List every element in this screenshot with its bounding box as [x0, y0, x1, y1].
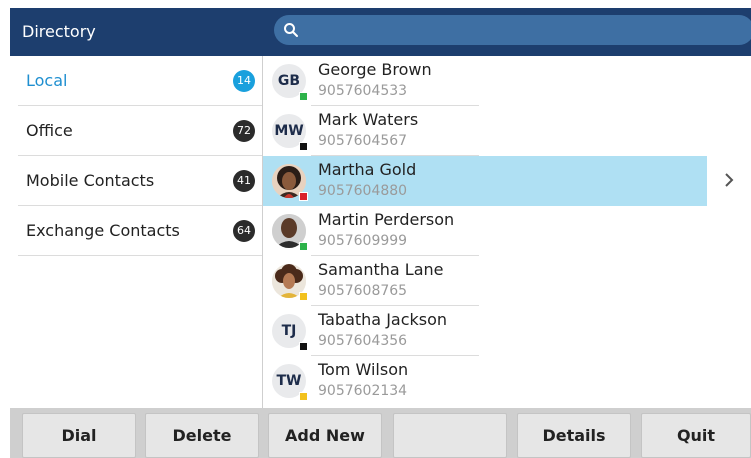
sidebar-item-local[interactable]: Local 14 [18, 56, 262, 106]
count-badge: 14 [233, 70, 255, 92]
presence-indicator [299, 92, 308, 101]
contact-row[interactable]: Martin Perderson 9057609999 [263, 206, 479, 256]
quit-button[interactable]: Quit [641, 413, 751, 458]
presence-indicator [299, 392, 308, 401]
contact-number: 9057604533 [318, 83, 408, 99]
presence-indicator [299, 192, 308, 201]
contact-list: GB George Brown 9057604533 MW Mark Water… [263, 56, 751, 408]
contact-name: Martin Perderson [318, 210, 455, 229]
contact-number: 9057602134 [318, 383, 408, 399]
blank-softkey-button[interactable] [393, 413, 507, 458]
dial-button[interactable]: Dial [22, 413, 136, 458]
sidebar-item-label: Local [26, 71, 68, 90]
count-badge: 72 [233, 120, 255, 142]
directory-screen: Directory Local 14 Office 72 Mobile Cont… [0, 0, 751, 458]
count-badge: 64 [233, 220, 255, 242]
sidebar-item-label: Exchange Contacts [26, 221, 180, 240]
contact-row[interactable]: Samantha Lane 9057608765 [263, 256, 479, 306]
contact-name: Tabatha Jackson [318, 310, 448, 329]
search-input[interactable] [274, 15, 751, 45]
details-button[interactable]: Details [517, 413, 631, 458]
contact-name: Tom Wilson [318, 360, 409, 379]
contact-number: 9057609999 [318, 233, 408, 249]
presence-indicator [299, 342, 308, 351]
sidebar-item-label: Office [26, 121, 73, 140]
contact-number: 9057604567 [318, 133, 408, 149]
count-badge: 41 [233, 170, 255, 192]
page-title: Directory [22, 22, 96, 41]
sidebar-item-mobile-contacts[interactable]: Mobile Contacts 41 [18, 156, 262, 206]
sidebar-item-label: Mobile Contacts [26, 171, 155, 190]
contact-number: 9057608765 [318, 283, 408, 299]
contact-name: Samantha Lane [318, 260, 444, 279]
softkey-bar: Dial Delete Add New Details Quit [10, 408, 751, 458]
delete-button[interactable]: Delete [145, 413, 259, 458]
contact-name: George Brown [318, 60, 432, 79]
contact-row-selected[interactable]: Martha Gold 9057604880 [263, 156, 707, 206]
add-new-button[interactable]: Add New [268, 413, 382, 458]
contact-name: Mark Waters [318, 110, 419, 129]
presence-indicator [299, 142, 308, 151]
presence-indicator [299, 292, 308, 301]
sidebar-item-office[interactable]: Office 72 [18, 106, 262, 156]
header-bar: Directory [10, 8, 751, 56]
presence-indicator [299, 242, 308, 251]
contact-name: Martha Gold [318, 160, 417, 179]
directory-sidebar: Local 14 Office 72 Mobile Contacts 41 Ex… [10, 56, 262, 408]
search-icon [284, 23, 298, 37]
contact-row[interactable]: TJ Tabatha Jackson 9057604356 [263, 306, 479, 356]
sidebar-item-exchange-contacts[interactable]: Exchange Contacts 64 [18, 206, 262, 256]
contact-row[interactable]: GB George Brown 9057604533 [263, 56, 479, 106]
contact-number: 9057604880 [318, 183, 408, 199]
contact-row[interactable]: TW Tom Wilson 9057602134 [263, 356, 479, 406]
contact-number: 9057604356 [318, 333, 408, 349]
chevron-right-icon[interactable] [723, 172, 735, 188]
contact-row[interactable]: MW Mark Waters 9057604567 [263, 106, 479, 156]
